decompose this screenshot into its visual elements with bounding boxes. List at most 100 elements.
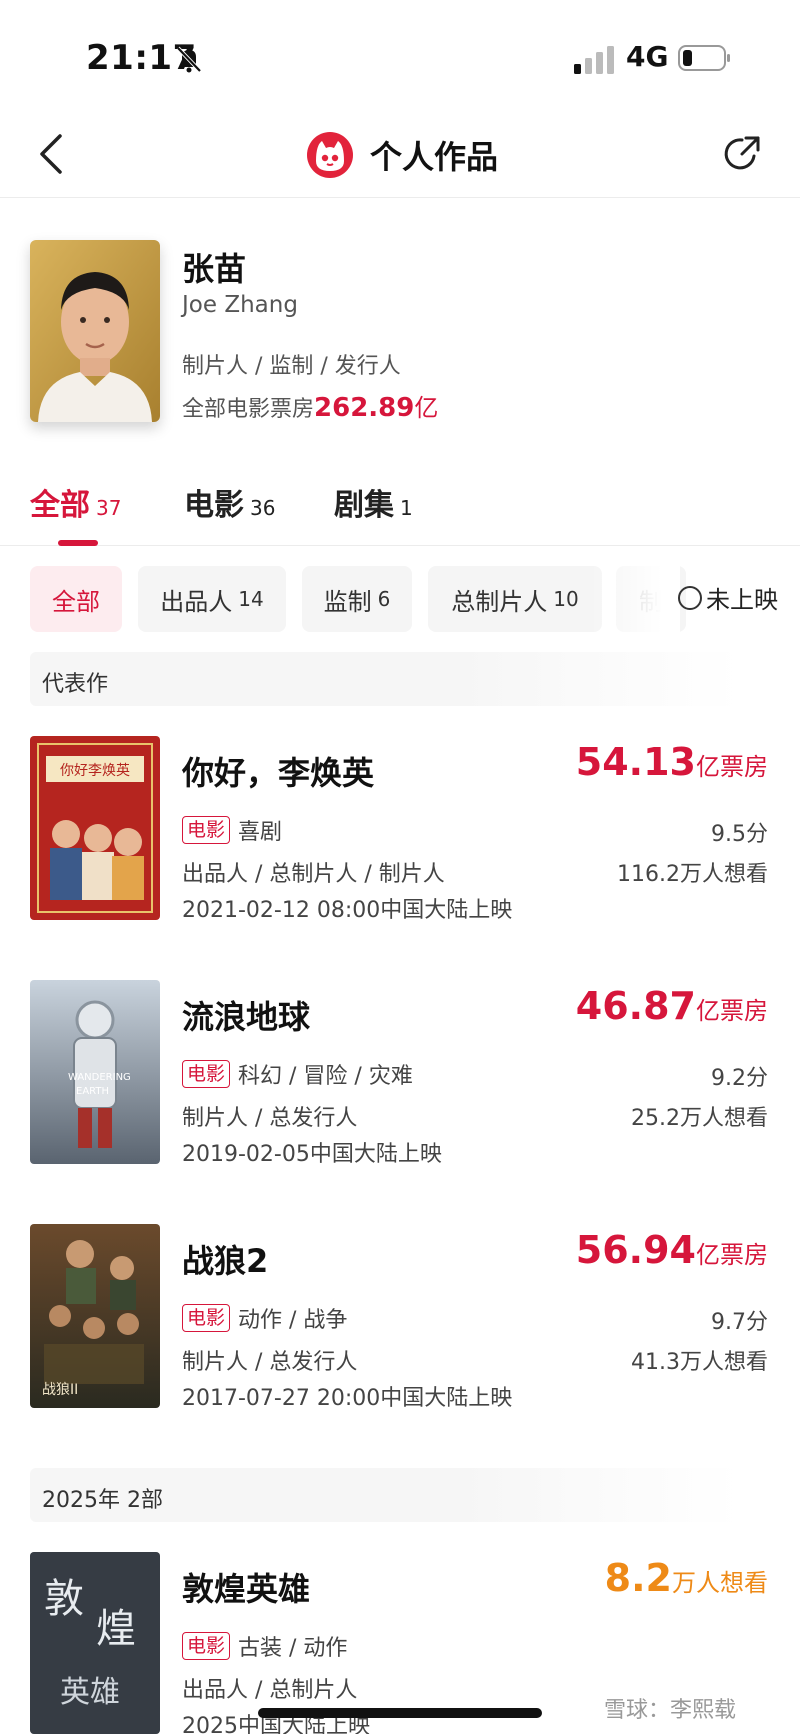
type-badge: 电影	[182, 1632, 231, 1660]
poster-image: 敦 煌 英雄	[30, 1552, 160, 1734]
tab-series[interactable]: 剧集 1	[334, 480, 413, 524]
nav-bar: 个人作品	[0, 110, 800, 198]
release-date: 2021-02-12 08:00中国大陆上映	[182, 898, 513, 923]
section-header-year: 2025年 2部	[30, 1468, 740, 1522]
back-arrow-icon[interactable]	[36, 132, 68, 176]
avatar-photo	[30, 240, 160, 422]
box-office-unit: 亿	[414, 394, 439, 422]
movie-item[interactable]: 战狼II 战狼2 56.94 亿票房 电影 动作 / 战争 9.7分 制片人 /…	[0, 1224, 800, 1424]
want-to-see: 41.3万人想看	[631, 1350, 768, 1375]
box-office-unit: 亿票房	[696, 753, 768, 781]
filter-chip-producer[interactable]: 出品人 14	[138, 566, 286, 632]
movie-poster[interactable]: 战狼II	[30, 1224, 160, 1408]
poster-image: WANDERING EARTH	[30, 980, 160, 1164]
svg-text:WANDERING: WANDERING	[68, 1072, 131, 1083]
battery-icon	[678, 45, 730, 71]
tab-label: 电影	[184, 488, 244, 523]
box-office: 46.87 亿票房	[576, 984, 768, 1028]
section-title: 代表作	[42, 672, 109, 697]
want-unit: 万人想看	[672, 1569, 768, 1597]
poster-image: 你好李焕英	[30, 736, 160, 920]
unreleased-toggle[interactable]: 未上映	[678, 580, 778, 615]
release-date: 2019-02-05中国大陆上映	[182, 1142, 442, 1167]
movie-genre: 科幻 / 冒险 / 灾难	[238, 1064, 413, 1089]
want-to-see: 25.2万人想看	[631, 1106, 768, 1131]
movie-roles: 出品人 / 总制片人 / 制片人	[182, 862, 445, 887]
want-value: 8.2	[604, 1556, 672, 1600]
active-tab-indicator	[58, 540, 98, 546]
genre-row: 电影 动作 / 战争	[182, 1302, 347, 1334]
box-office-value: 54.13	[575, 740, 696, 784]
movie-poster[interactable]: 你好李焕英	[30, 736, 160, 920]
status-bar: 21:17 4G	[0, 0, 800, 110]
cat-logo-icon	[307, 132, 353, 178]
home-indicator	[258, 1708, 542, 1718]
box-office-label: 全部电影票房	[182, 397, 315, 422]
bell-muted-icon	[176, 46, 202, 73]
movie-poster[interactable]: 敦 煌 英雄	[30, 1552, 160, 1734]
filter-chip-supervisor[interactable]: 监制 6	[302, 566, 412, 632]
svg-text:战狼II: 战狼II	[42, 1382, 78, 1398]
movie-roles: 出品人 / 总制片人	[182, 1678, 358, 1703]
share-icon[interactable]	[720, 132, 764, 176]
tab-all[interactable]: 全部 37	[30, 480, 121, 524]
want-to-see-stat: 8.2 万人想看	[605, 1556, 768, 1600]
avatar[interactable]	[30, 240, 160, 422]
genre-row: 电影 科幻 / 冒险 / 灾难	[182, 1058, 413, 1090]
type-badge: 电影	[182, 1304, 231, 1332]
box-office-value: 46.87	[575, 984, 696, 1028]
svg-text:英雄: 英雄	[60, 1675, 120, 1710]
filter-chip-chief-producer[interactable]: 总制片人 10	[428, 566, 602, 632]
chip-label: 全部	[52, 587, 100, 616]
box-office: 56.94 亿票房	[576, 1228, 768, 1272]
movie-title: 敦煌英雄	[182, 1570, 311, 1608]
tab-label: 全部	[30, 488, 90, 523]
movie-roles: 制片人 / 总发行人	[182, 1350, 358, 1375]
filter-chip-all[interactable]: 全部	[30, 566, 122, 632]
type-badge: 电影	[182, 816, 231, 844]
movie-title: 流浪地球	[182, 998, 311, 1036]
movie-roles: 制片人 / 总发行人	[182, 1106, 358, 1131]
svg-text:EARTH: EARTH	[76, 1086, 109, 1097]
genre-row: 电影 喜剧	[182, 814, 282, 846]
tab-label: 剧集	[334, 488, 394, 523]
section-title: 2025年 2部	[42, 1488, 163, 1513]
chip-label: 总制片人	[451, 587, 548, 616]
page-title: 个人作品	[370, 138, 499, 176]
tab-movies[interactable]: 电影 36	[184, 480, 275, 524]
movie-poster[interactable]: WANDERING EARTH	[30, 980, 160, 1164]
movie-genre: 古装 / 动作	[238, 1636, 348, 1661]
watermark: 雪球：李熙载	[604, 1698, 737, 1723]
tab-count: 37	[96, 496, 122, 520]
movie-title: 你好，李焕英	[182, 754, 375, 792]
unreleased-label: 未上映	[706, 586, 778, 614]
movie-item[interactable]: WANDERING EARTH 流浪地球 46.87 亿票房 电影 科幻 / 冒…	[0, 980, 800, 1180]
section-header-representative: 代表作	[30, 652, 740, 706]
tab-bar: 全部 37 电影 36 剧集 1	[0, 470, 800, 546]
box-office-value: 262.89	[314, 393, 415, 423]
network-type: 4G	[626, 40, 669, 73]
movie-score: 9.7分	[711, 1310, 768, 1335]
chip-fade-overlay	[590, 566, 680, 632]
chip-label: 出品人	[160, 587, 233, 616]
movie-score: 9.2分	[711, 1066, 768, 1091]
chip-count: 6	[377, 587, 391, 611]
svg-text:煌: 煌	[96, 1606, 136, 1652]
type-badge: 电影	[182, 1060, 231, 1088]
movie-score: 9.5分	[711, 822, 768, 847]
person-english-name: Joe Zhang	[182, 292, 298, 318]
want-to-see: 116.2万人想看	[617, 862, 768, 887]
chip-count: 10	[553, 587, 579, 611]
signal-icon	[574, 46, 614, 74]
person-roles: 制片人 / 监制 / 发行人	[182, 354, 401, 379]
box-office-unit: 亿票房	[696, 1241, 768, 1269]
box-office-value: 56.94	[575, 1228, 696, 1272]
svg-text:敦: 敦	[44, 1576, 84, 1622]
tab-count: 1	[400, 496, 413, 520]
chip-label: 监制	[323, 587, 372, 616]
box-office-unit: 亿票房	[696, 997, 768, 1025]
radio-icon	[678, 585, 702, 610]
total-box-office: 全部电影票房262.89亿	[182, 388, 438, 423]
svg-text:你好李焕英: 你好李焕英	[60, 762, 130, 779]
movie-item[interactable]: 你好李焕英 你好，李焕英 54.13 亿票房 电影 喜剧 9.5分 出品人 / …	[0, 736, 800, 936]
